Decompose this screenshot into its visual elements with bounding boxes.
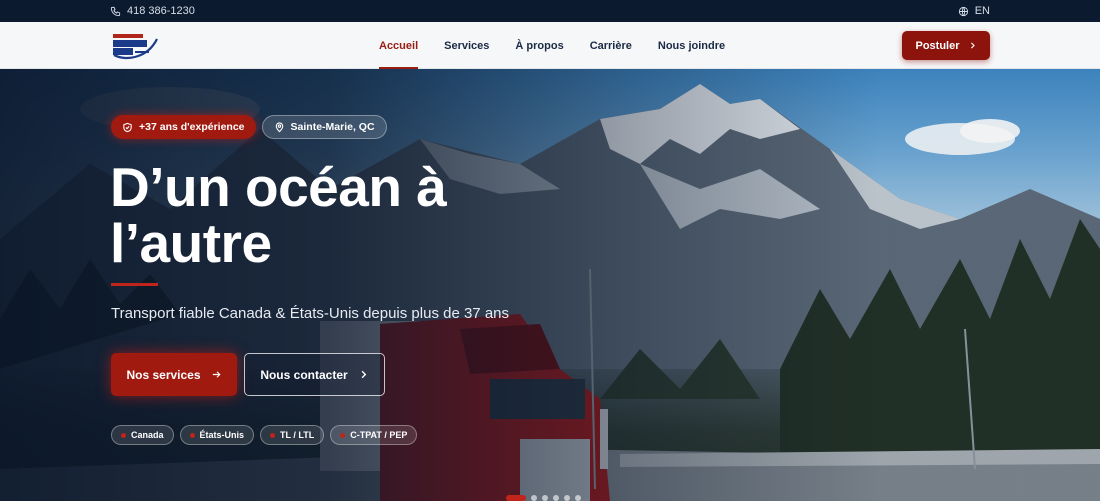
contact-button[interactable]: Nous contacter [244,353,385,396]
chip-ctpat-pep: C-TPAT / PEP [330,425,418,445]
nav-menu: Accueil Services À propos Carrière Nous … [379,22,725,69]
apply-button-label: Postuler [915,39,960,52]
nav-item-services[interactable]: Services [444,22,489,69]
chip-tl-ltl: TL / LTL [260,425,325,445]
nav-item-a-propos[interactable]: À propos [515,22,563,69]
apply-button[interactable]: Postuler [902,31,990,60]
hero-title: D’un océan à l’autre [110,159,570,271]
chip-dot [270,432,276,438]
nav-item-accueil[interactable]: Accueil [379,22,419,69]
carousel-dot-1[interactable] [506,495,526,501]
language-label: EN [974,5,990,17]
chip-dot [189,432,195,438]
carousel-dots [506,495,581,501]
hero-title-line-2: l’autre [110,212,272,274]
chip-canada: Canada [111,425,174,445]
carousel-dot-2[interactable] [531,495,537,501]
chip-dot [121,432,126,438]
top-bar: 418 386-1230 EN [0,0,1100,22]
chip-label: C-TPAT / PEP [350,430,408,440]
carousel-dot-6[interactable] [575,495,581,501]
arrow-right-icon [212,371,221,378]
services-button[interactable]: Nos services [111,353,237,396]
company-logo[interactable] [111,31,159,61]
services-button-label: Nos services [126,367,201,382]
experience-badge: +37 ans d'expérience [111,115,256,139]
nav-item-carriere[interactable]: Carrière [590,22,632,69]
chip-label: TL / LTL [280,430,315,440]
language-switch[interactable]: EN [958,5,990,17]
coverage-chips: Canada États-Unis TL / LTL C-TPAT / PEP [111,425,418,445]
hero-subtitle: Transport fiable Canada & États-Unis dep… [111,305,510,322]
chip-label: Canada [131,430,164,440]
location-badge: Sainte-Marie, QC [261,115,387,139]
carousel-dot-4[interactable] [553,495,559,501]
phone-link[interactable]: 418 386-1230 [110,5,195,17]
chip-dot [340,432,346,438]
phone-icon [110,6,121,16]
hero-title-line-1: D’un océan à [110,156,447,218]
globe-icon [958,6,968,16]
location-badge-label: Sainte-Marie, QC [290,121,375,133]
title-divider [111,283,158,286]
carousel-dot-3[interactable] [542,495,548,501]
contact-button-label: Nous contacter [260,367,348,382]
main-navigation: Accueil Services À propos Carrière Nous … [0,22,1100,69]
hero-badges: +37 ans d'expérience Sainte-Marie, QC [111,115,387,139]
chip-etats-unis: États-Unis [179,425,255,445]
carousel-dot-5[interactable] [564,495,570,501]
chevron-right-icon [361,370,366,379]
shield-check-icon [123,122,132,132]
chevron-right-icon [970,42,975,49]
nav-item-nous-joindre[interactable]: Nous joindre [658,22,725,69]
experience-badge-label: +37 ans d'expérience [139,121,245,133]
hero-section: +37 ans d'expérience Sainte-Marie, QC D’… [0,69,1100,501]
map-pin-icon [275,121,283,132]
chip-label: États-Unis [199,430,245,440]
phone-number: 418 386-1230 [127,5,195,17]
